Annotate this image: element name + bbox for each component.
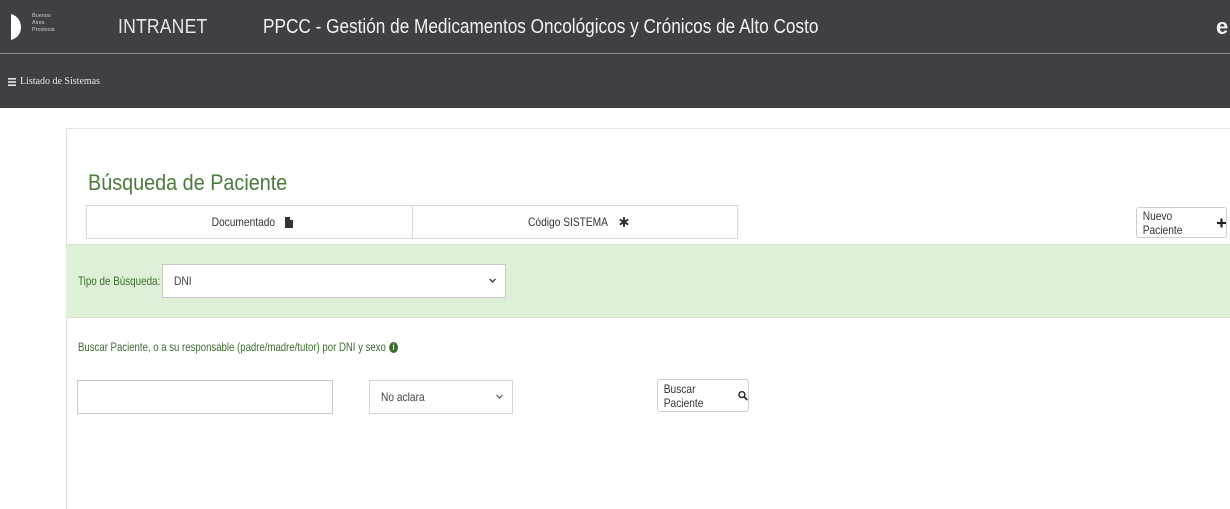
systems-list-link[interactable]: Listado de Sistemas xyxy=(8,76,100,87)
dni-input[interactable] xyxy=(77,380,333,414)
new-patient-label: Nuevo Paciente xyxy=(1142,208,1183,237)
asterisk-icon xyxy=(619,217,629,227)
search-type-value: DNI xyxy=(174,274,192,288)
tab-documentado[interactable]: Documentado xyxy=(87,206,412,238)
search-hint: Buscar Paciente, o a su responsable (pad… xyxy=(78,340,398,354)
plus-icon xyxy=(1217,218,1226,227)
province-logo[interactable]: Buenos Aires Provincia xyxy=(10,10,60,44)
search-hint-text: Buscar Paciente, o a su responsable (pad… xyxy=(78,340,386,354)
sex-select-value: No aclara xyxy=(381,390,425,404)
logo-mark-icon xyxy=(11,14,21,40)
search-icon xyxy=(738,390,748,401)
search-patient-label: Buscar Paciente xyxy=(663,381,704,410)
app-title: PPCC - Gestión de Medicamentos Oncológic… xyxy=(263,16,819,38)
search-patient-button[interactable]: Buscar Paciente xyxy=(657,379,749,412)
tab-documentado-label: Documentado xyxy=(211,215,276,229)
search-mode-tabs: Documentado Código SISTEMA xyxy=(86,205,738,239)
info-icon[interactable]: i xyxy=(389,341,398,353)
search-type-select[interactable]: DNI xyxy=(162,264,506,298)
tab-codigo-sistema[interactable]: Código SISTEMA xyxy=(411,206,738,238)
user-menu-icon[interactable]: e xyxy=(1216,14,1228,40)
search-type-label: Tipo de Búsqueda: xyxy=(78,274,161,288)
tab-codigo-sistema-label: Código SISTEMA xyxy=(527,215,608,229)
sex-select[interactable]: No aclara xyxy=(369,380,513,414)
chevron-down-icon xyxy=(496,394,503,399)
file-icon xyxy=(284,216,293,228)
systems-list-label: Listado de Sistemas xyxy=(20,76,100,87)
intranet-link[interactable]: INTRANET xyxy=(118,16,207,39)
header-divider xyxy=(0,53,1230,54)
page-title: Búsqueda de Paciente xyxy=(88,170,288,195)
top-header: Buenos Aires Provincia INTRANET PPCC - G… xyxy=(0,0,1230,108)
list-icon xyxy=(8,77,16,86)
logo-text: Buenos Aires Provincia xyxy=(32,13,55,33)
new-patient-button[interactable]: Nuevo Paciente xyxy=(1136,207,1227,238)
chevron-down-icon xyxy=(489,278,496,283)
